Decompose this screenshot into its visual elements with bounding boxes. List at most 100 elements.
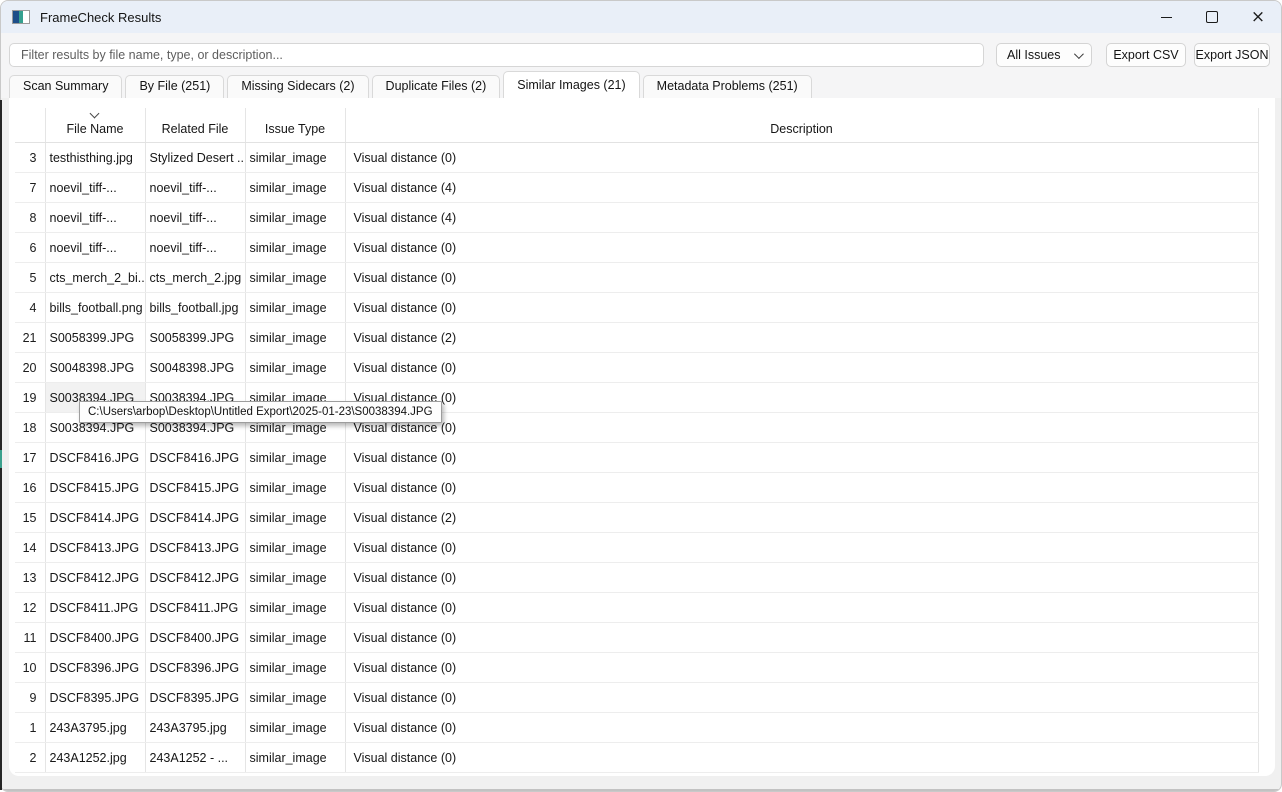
file-name-cell[interactable]: DSCF8412.JPG <box>45 563 145 593</box>
row-number-cell[interactable]: 20 <box>15 353 45 383</box>
export-json-button[interactable]: Export JSON <box>1194 43 1270 67</box>
description-cell[interactable]: Visual distance (0) <box>345 383 1258 413</box>
row-number-cell[interactable]: 10 <box>15 653 45 683</box>
close-button[interactable]: × <box>1235 1 1281 33</box>
issue-type-cell[interactable]: similar_image <box>245 203 345 233</box>
file-name-cell[interactable]: 243A3795.jpg <box>45 713 145 743</box>
description-cell[interactable]: Visual distance (0) <box>345 713 1258 743</box>
file-name-cell[interactable]: cts_merch_2_bi... <box>45 263 145 293</box>
file-name-cell[interactable]: noevil_tiff-... <box>45 203 145 233</box>
export-csv-button[interactable]: Export CSV <box>1106 43 1186 67</box>
file-name-cell[interactable]: S0048398.JPG <box>45 353 145 383</box>
description-cell[interactable]: Visual distance (0) <box>345 413 1258 443</box>
issue-type-cell[interactable]: similar_image <box>245 653 345 683</box>
related-file-cell[interactable]: S0058399.JPG <box>145 323 245 353</box>
row-number-cell[interactable]: 17 <box>15 443 45 473</box>
description-cell[interactable]: Visual distance (0) <box>345 593 1258 623</box>
row-number-cell[interactable]: 7 <box>15 173 45 203</box>
row-number-cell[interactable]: 19 <box>15 383 45 413</box>
issue-type-cell[interactable]: similar_image <box>245 503 345 533</box>
related-file-cell[interactable]: Stylized Desert ... <box>145 143 245 173</box>
file-name-cell[interactable]: DSCF8413.JPG <box>45 533 145 563</box>
related-file-cell[interactable]: DSCF8415.JPG <box>145 473 245 503</box>
file-name-cell[interactable]: S0058399.JPG <box>45 323 145 353</box>
row-number-cell[interactable]: 13 <box>15 563 45 593</box>
description-cell[interactable]: Visual distance (0) <box>345 233 1258 263</box>
file-name-cell[interactable]: noevil_tiff-... <box>45 173 145 203</box>
related-file-cell[interactable]: DSCF8400.JPG <box>145 623 245 653</box>
maximize-button[interactable] <box>1189 1 1235 33</box>
file-name-cell[interactable]: DSCF8400.JPG <box>45 623 145 653</box>
file-name-cell[interactable]: DSCF8396.JPG <box>45 653 145 683</box>
row-number-cell[interactable]: 6 <box>15 233 45 263</box>
row-number-cell[interactable]: 9 <box>15 683 45 713</box>
related-file-cell[interactable]: DSCF8413.JPG <box>145 533 245 563</box>
file-name-cell[interactable]: DSCF8395.JPG <box>45 683 145 713</box>
description-cell[interactable]: Visual distance (2) <box>345 323 1258 353</box>
description-cell[interactable]: Visual distance (2) <box>345 503 1258 533</box>
tab-metadata-problems-251[interactable]: Metadata Problems (251) <box>643 75 812 98</box>
description-cell[interactable]: Visual distance (0) <box>345 683 1258 713</box>
row-number-cell[interactable]: 18 <box>15 413 45 443</box>
tab-missing-sidecars-2[interactable]: Missing Sidecars (2) <box>227 75 368 98</box>
related-file-cell[interactable]: bills_football.jpg <box>145 293 245 323</box>
issue-type-cell[interactable]: similar_image <box>245 743 345 773</box>
row-number-cell[interactable]: 1 <box>15 713 45 743</box>
row-number-cell[interactable]: 11 <box>15 623 45 653</box>
issue-type-cell[interactable]: similar_image <box>245 293 345 323</box>
column-header-description[interactable]: Description <box>345 108 1258 143</box>
description-cell[interactable]: Visual distance (0) <box>345 443 1258 473</box>
file-name-cell[interactable]: bills_football.png <box>45 293 145 323</box>
issue-type-cell[interactable]: similar_image <box>245 233 345 263</box>
issue-filter-dropdown[interactable]: All Issues <box>996 43 1092 67</box>
description-cell[interactable]: Visual distance (0) <box>345 293 1258 323</box>
related-file-cell[interactable]: DSCF8412.JPG <box>145 563 245 593</box>
file-name-cell[interactable]: DSCF8411.JPG <box>45 593 145 623</box>
issue-type-cell[interactable]: similar_image <box>245 563 345 593</box>
related-file-cell[interactable]: 243A3795.jpg <box>145 713 245 743</box>
tab-duplicate-files-2[interactable]: Duplicate Files (2) <box>372 75 501 98</box>
row-number-cell[interactable]: 2 <box>15 743 45 773</box>
description-cell[interactable]: Visual distance (0) <box>345 263 1258 293</box>
file-name-cell[interactable]: 243A1252.jpg <box>45 743 145 773</box>
row-number-cell[interactable]: 4 <box>15 293 45 323</box>
issue-type-cell[interactable]: similar_image <box>245 323 345 353</box>
column-header-related-file[interactable]: Related File <box>145 108 245 143</box>
file-name-cell[interactable]: DSCF8415.JPG <box>45 473 145 503</box>
issue-type-cell[interactable]: similar_image <box>245 443 345 473</box>
issue-type-cell[interactable]: similar_image <box>245 533 345 563</box>
related-file-cell[interactable]: DSCF8414.JPG <box>145 503 245 533</box>
related-file-cell[interactable]: noevil_tiff-... <box>145 173 245 203</box>
tab-by-file-251[interactable]: By File (251) <box>125 75 224 98</box>
row-number-cell[interactable]: 5 <box>15 263 45 293</box>
related-file-cell[interactable]: DSCF8411.JPG <box>145 593 245 623</box>
description-cell[interactable]: Visual distance (0) <box>345 563 1258 593</box>
tab-similar-images-21[interactable]: Similar Images (21) <box>503 71 639 98</box>
related-file-cell[interactable]: DSCF8395.JPG <box>145 683 245 713</box>
description-cell[interactable]: Visual distance (0) <box>345 143 1258 173</box>
issue-type-cell[interactable]: similar_image <box>245 143 345 173</box>
column-header-file-name[interactable]: File Name <box>45 108 145 143</box>
issue-type-cell[interactable]: similar_image <box>245 593 345 623</box>
minimize-button[interactable] <box>1143 1 1189 33</box>
related-file-cell[interactable]: DSCF8416.JPG <box>145 443 245 473</box>
file-name-cell[interactable]: DSCF8416.JPG <box>45 443 145 473</box>
related-file-cell[interactable]: DSCF8396.JPG <box>145 653 245 683</box>
issue-type-cell[interactable]: similar_image <box>245 623 345 653</box>
file-name-cell[interactable]: noevil_tiff-... <box>45 233 145 263</box>
related-file-cell[interactable]: noevil_tiff-... <box>145 233 245 263</box>
file-name-cell[interactable]: testhisthing.jpg <box>45 143 145 173</box>
filter-input[interactable] <box>9 43 984 67</box>
issue-type-cell[interactable]: similar_image <box>245 173 345 203</box>
related-file-cell[interactable]: S0048398.JPG <box>145 353 245 383</box>
issue-type-cell[interactable]: similar_image <box>245 263 345 293</box>
row-number-cell[interactable]: 15 <box>15 503 45 533</box>
row-number-cell[interactable]: 8 <box>15 203 45 233</box>
description-cell[interactable]: Visual distance (4) <box>345 203 1258 233</box>
issue-type-cell[interactable]: similar_image <box>245 683 345 713</box>
row-number-cell[interactable]: 14 <box>15 533 45 563</box>
issue-type-cell[interactable]: similar_image <box>245 353 345 383</box>
row-number-cell[interactable]: 12 <box>15 593 45 623</box>
issue-type-cell[interactable]: similar_image <box>245 473 345 503</box>
description-cell[interactable]: Visual distance (0) <box>345 743 1258 773</box>
